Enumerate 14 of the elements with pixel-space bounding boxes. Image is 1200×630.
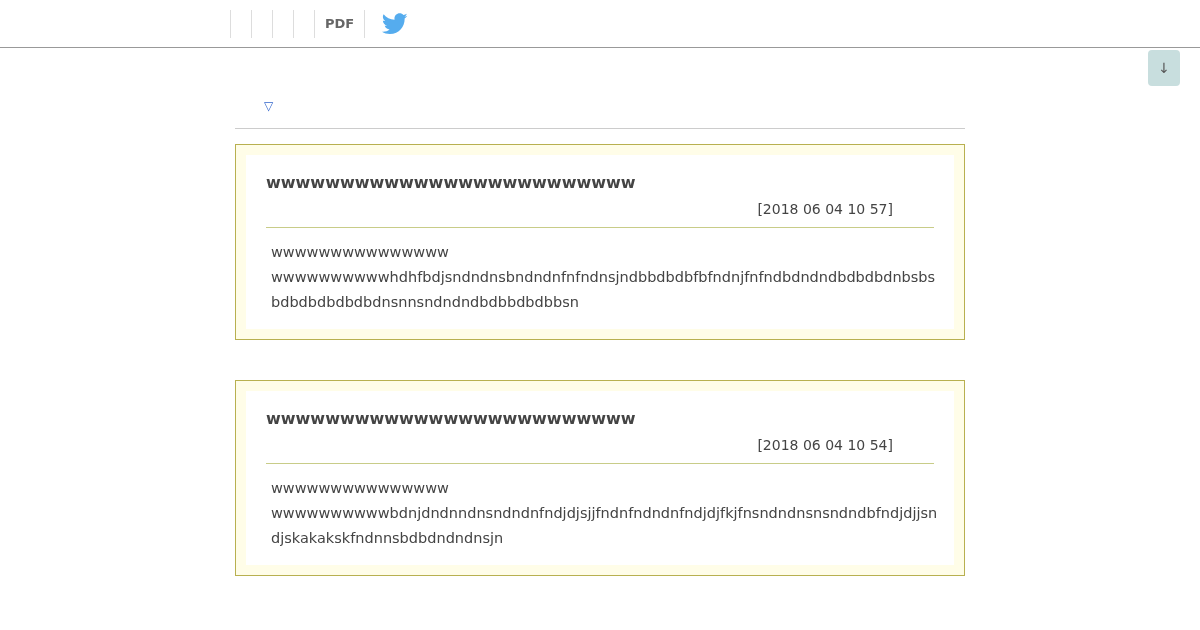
post-title: wwwwwwwwwwwwwwwwwwwwwwwww bbox=[266, 172, 637, 194]
bird-icon[interactable] bbox=[382, 13, 409, 35]
collapse-toggle[interactable]: ▽ bbox=[264, 100, 274, 112]
post-text-line: bdbdbdbdbdbdnsnnsndndndbdbbdbdbbsn bbox=[271, 293, 580, 312]
post-text-line: djskakakskfndnnsbdbdndndnsjn bbox=[271, 529, 505, 548]
pdf-link[interactable]: PDF bbox=[325, 14, 355, 34]
post-text-line: wwwwwwwwwwhdhfbdjsndndnsbndndnfnfndnsjndbbdbdbfbfndnjfnfndbdndndbdbdbdnbsbs bbox=[271, 268, 934, 287]
post-text-line: wwwwwwwwwwwwwww bbox=[271, 479, 450, 498]
post-date: [2018 06 04 10 54] bbox=[757, 436, 893, 455]
post-text-line: wwwwwwwwwwwwwww bbox=[271, 243, 450, 262]
post-text-line: wwwwwwwwwwbdnjdndnndnsndndnfndjdjsjjfndnfndndnfndjdjfkjfnsndndnsnsndndbfndjdjjsn bbox=[271, 504, 934, 523]
post-title: wwwwwwwwwwwwwwwwwwwwwwwww bbox=[266, 408, 637, 430]
scroll-down-button[interactable]: ↓ bbox=[1148, 50, 1180, 86]
post-date: [2018 06 04 10 57] bbox=[757, 200, 893, 219]
